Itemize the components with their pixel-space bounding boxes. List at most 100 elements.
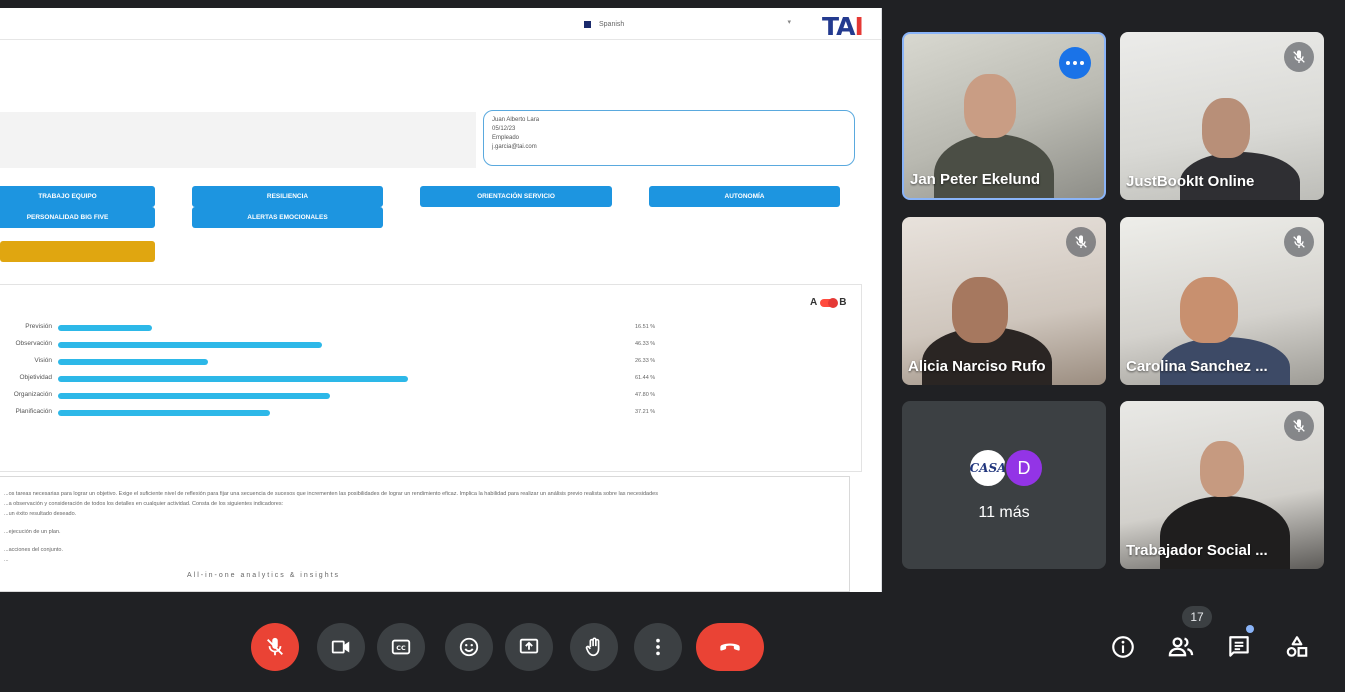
participant-face xyxy=(1202,98,1250,158)
bar-value-label: 37.21 % xyxy=(635,409,656,415)
competency-chart-panel: A B Previsión 16.51 % Observación 46.33 % Vi… xyxy=(0,284,862,472)
bar-label: Previsión xyxy=(25,323,52,330)
tab-autonomia[interactable]: AUTONOMÍA xyxy=(649,186,840,207)
present-screen-button[interactable] xyxy=(505,623,553,671)
bar-label: Organización xyxy=(13,391,52,398)
chat-button[interactable] xyxy=(1223,631,1255,663)
chat-icon xyxy=(1229,636,1249,657)
more-vert-icon xyxy=(656,638,660,656)
mic-off-icon xyxy=(267,637,283,656)
participant-name: JustBookIt Online xyxy=(1126,173,1255,190)
bar xyxy=(58,342,323,348)
chevron-down-icon: ▾ xyxy=(787,19,791,26)
toggle-switch[interactable] xyxy=(820,297,839,308)
participant-name: Trabajador Social ... xyxy=(1126,542,1268,559)
bar-label: Observación xyxy=(15,340,53,347)
footer-tagline: All-in-one analytics & insights xyxy=(187,572,341,579)
hand-icon xyxy=(585,637,600,657)
description-line: ...un éxito resultado deseado. xyxy=(4,511,77,517)
camera-toggle-button[interactable] xyxy=(317,623,365,671)
mic-off-icon xyxy=(1284,42,1314,72)
user-date: 05/12/23 xyxy=(492,126,516,132)
participant-face xyxy=(1200,441,1244,497)
description-line: ...a observación y consideración de todo… xyxy=(4,501,284,507)
bar-value-label: 47.80 % xyxy=(635,392,656,398)
highlight-button[interactable] xyxy=(0,241,155,262)
people-button[interactable] xyxy=(1165,631,1197,663)
language-select-value: Spanish xyxy=(599,20,625,28)
description-line: ... xyxy=(4,557,9,563)
bar xyxy=(58,393,331,399)
reactions-button[interactable] xyxy=(445,623,493,671)
mic-off-icon xyxy=(1284,227,1314,257)
user-email: j.garcia@tai.com xyxy=(492,144,537,150)
participant-face xyxy=(964,74,1016,138)
description-text-box: ...os tareas necesarias para lograr un o… xyxy=(0,476,850,592)
captions-button[interactable]: CC xyxy=(377,623,425,671)
more-participants-avatars: CASA D xyxy=(968,448,1044,488)
user-name: Juan Alberto Lara xyxy=(492,117,540,123)
bar-value-label: 61.44 % xyxy=(635,375,656,381)
participant-face xyxy=(1180,277,1238,343)
tab-alertas-emocionales[interactable]: ALERTAS EMOCIONALES xyxy=(192,207,383,228)
bar xyxy=(58,359,209,365)
bar-value-label: 16.51 % xyxy=(635,324,656,330)
shared-screen: Spanish ▾ TAI Juan Alberto Lara 05/12/23… xyxy=(0,8,882,592)
participant-name: Jan Peter Ekelund xyxy=(910,171,1041,188)
description-line: ...ejecución de un plan. xyxy=(4,529,61,535)
avatar: CASA xyxy=(968,448,1008,488)
people-icon xyxy=(1168,637,1194,657)
tab-trabajo-equipo[interactable]: TRABAJO EQUIPO xyxy=(0,186,155,207)
toggle-label-b: B xyxy=(839,297,847,308)
participant-tile[interactable]: Trabajador Social ... xyxy=(1120,401,1324,569)
bar-value-label: 26.33 % xyxy=(635,358,656,364)
participant-face xyxy=(952,277,1008,343)
header-placeholder xyxy=(0,112,476,168)
language-select[interactable]: Spanish ▾ xyxy=(584,16,799,32)
present-icon xyxy=(519,638,539,654)
user-card: Juan Alberto Lara 05/12/23 Empleado j.ga… xyxy=(483,110,855,166)
chat-notification-dot xyxy=(1246,625,1254,633)
avatar: D xyxy=(1004,448,1044,488)
bar-chart: Previsión 16.51 % Observación 46.33 % Visión… xyxy=(0,323,862,425)
more-options-icon[interactable] xyxy=(1059,47,1091,79)
participant-name: Carolina Sanchez ... xyxy=(1126,358,1268,375)
bar xyxy=(58,325,153,331)
toggle-label-a: A xyxy=(810,297,818,308)
bar-label: Objetividad xyxy=(19,374,52,381)
tab-orientacion-servicio[interactable]: ORIENTACIÓN SERVICIO xyxy=(420,186,612,207)
bar-value-label: 46.33 % xyxy=(635,341,656,347)
bar-label: Visión xyxy=(34,357,52,364)
participant-video xyxy=(934,134,1054,198)
emoji-icon xyxy=(459,637,479,657)
meet-window: Spanish ▾ TAI Juan Alberto Lara 05/12/23… xyxy=(0,0,1345,692)
leave-call-button[interactable] xyxy=(696,623,764,671)
bar-label: Planificación xyxy=(15,408,53,415)
participant-tile[interactable]: Alicia Narciso Rufo xyxy=(902,217,1106,385)
participant-name: Alicia Narciso Rufo xyxy=(908,358,1046,375)
app-top-bar: Spanish ▾ TAI xyxy=(0,8,881,41)
raise-hand-button[interactable] xyxy=(570,623,618,671)
flag-icon xyxy=(584,20,591,28)
activities-icon xyxy=(1286,636,1308,657)
mic-off-icon xyxy=(1284,411,1314,441)
closed-captions-icon: CC xyxy=(391,639,411,655)
meeting-info-button[interactable] xyxy=(1107,631,1139,663)
people-count-badge: 17 xyxy=(1182,606,1212,628)
tai-logo: TAI xyxy=(822,12,864,41)
tab-personalidad-big-five[interactable]: PERSONALIDAD BIG FIVE xyxy=(0,207,155,228)
mic-off-icon xyxy=(1066,227,1096,257)
description-line: ...os tareas necesarias para lograr un o… xyxy=(4,491,658,497)
info-icon xyxy=(1112,636,1134,658)
phone-hangup-icon xyxy=(720,643,740,651)
user-role: Empleado xyxy=(492,135,520,141)
tab-resiliencia[interactable]: RESILIENCIA xyxy=(192,186,383,207)
more-options-button[interactable] xyxy=(634,623,682,671)
mic-toggle-button[interactable] xyxy=(251,623,299,671)
ab-toggle[interactable]: A B xyxy=(810,297,846,308)
activities-button[interactable] xyxy=(1281,631,1313,663)
video-camera-icon xyxy=(331,640,350,654)
participant-tile[interactable]: Carolina Sanchez ... xyxy=(1120,217,1324,385)
participant-tile[interactable]: JustBookIt Online xyxy=(1120,32,1324,200)
description-line: ...acciones del conjunto. xyxy=(4,547,64,553)
